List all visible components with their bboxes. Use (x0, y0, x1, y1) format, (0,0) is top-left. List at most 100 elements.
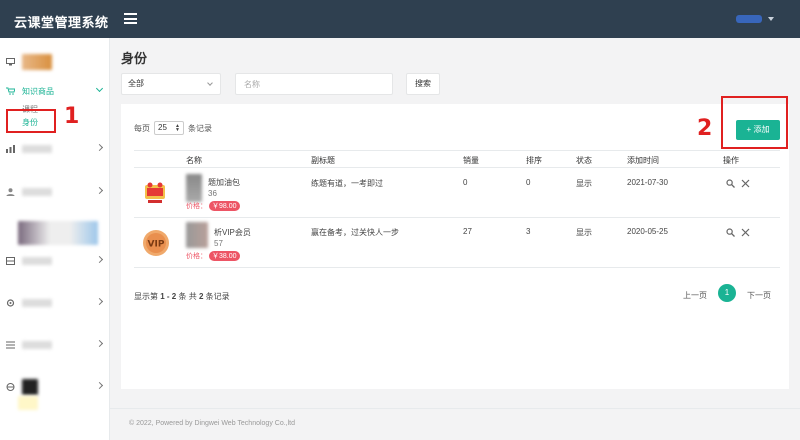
content-panel: 每页 25 ▲ ▼ 条记录 + 添加 名称 副标题 销量 排序 状态 添加时间 操… (121, 104, 789, 389)
per-page-control: 每页 25 ▲ ▼ 条记录 (134, 121, 212, 135)
column-header: 名称 (186, 156, 202, 165)
status-filter-select[interactable]: 全部 (121, 73, 221, 95)
price-line: 价格： ￥38.00 (186, 251, 240, 261)
identity-table: 名称 副标题 销量 排序 状态 添加时间 操作 题加油包 36 价格： ￥98.… (134, 150, 780, 268)
sidebar-item-list[interactable] (6, 338, 106, 352)
status-badge[interactable]: 显示 (576, 178, 592, 189)
pagination-suffix: 条记录 (205, 292, 230, 301)
sidebar-item-label-blurred (22, 257, 52, 265)
chevron-down-icon (95, 84, 104, 93)
subtitle: 练题有道，一考即过 (311, 179, 383, 188)
grid-icon (6, 257, 15, 265)
column-header: 副标题 (311, 156, 335, 165)
sidebar-item-label-blurred (22, 341, 52, 349)
globe-icon (6, 383, 15, 391)
sidebar-blurred-block (18, 221, 98, 245)
sidebar-item-knowledge-goods[interactable]: 知识商品 (6, 84, 106, 98)
product-name: 题加油包 (208, 178, 240, 187)
sales: 27 (463, 227, 472, 236)
product-thumbnail[interactable] (142, 179, 168, 205)
chevron-right-icon (95, 255, 104, 264)
settings-icon (6, 299, 15, 307)
caret-down-icon[interactable] (768, 17, 774, 21)
chevron-right-icon (95, 339, 104, 348)
sidebar-item-label: 知识商品 (22, 86, 54, 96)
sidebar: 知识商品 课程 身份 (0, 38, 110, 440)
pagination-prefix: 显示第 (134, 292, 158, 301)
user-icon (6, 188, 15, 196)
chevron-right-icon (95, 143, 104, 152)
product-name-blurred (186, 174, 202, 202)
search-button[interactable]: 搜索 (406, 73, 440, 95)
list-icon (6, 341, 15, 349)
product-name: 析VIP会员 (214, 228, 251, 237)
sidebar-item-label-blurred (22, 188, 52, 196)
search-icon[interactable] (726, 179, 735, 188)
product-code: 57 (214, 239, 223, 248)
sort-order: 0 (526, 178, 531, 187)
price-label: 价格： (186, 253, 207, 260)
price-line: 价格： ￥98.00 (186, 201, 240, 211)
column-header: 销量 (463, 156, 479, 165)
filter-selected-value: 全部 (128, 79, 144, 88)
chevron-down-icon (207, 80, 213, 86)
app-title: 云课堂管理系统 (14, 15, 109, 30)
per-page-suffix: 条记录 (188, 123, 212, 133)
sidebar-item-content[interactable] (6, 254, 106, 268)
annotation-box-2 (721, 96, 788, 149)
sidebar-item-label-blurred (22, 54, 52, 70)
page-title: 身份 (121, 51, 148, 66)
status-badge[interactable]: 显示 (576, 227, 592, 238)
annotation-number-2: 2 (697, 116, 713, 141)
sidebar-item-label-blurred (22, 299, 52, 307)
product-code: 36 (208, 189, 217, 198)
pagination-info: 显示第 1 - 2 条 共 2 条记录 (134, 291, 230, 302)
chevron-right-icon (95, 186, 104, 195)
next-page-button[interactable]: 下一页 (747, 290, 771, 301)
table-row: VIP 析VIP会员 57 价格： ￥38.00 赢在备考，过关快人一步 27 3… (134, 218, 780, 268)
monitor-icon (6, 58, 15, 66)
per-page-prefix: 每页 (134, 123, 150, 133)
column-header: 状态 (576, 156, 592, 165)
sidebar-item-stats[interactable] (6, 142, 106, 156)
footer: © 2022, Powered by Dingwei Web Technolog… (110, 408, 800, 440)
sidebar-blurred-block (18, 396, 38, 410)
chevron-right-icon (95, 297, 104, 306)
per-page-select[interactable]: 25 ▲ ▼ (154, 121, 184, 135)
annotation-number-1: 1 (64, 104, 80, 129)
column-header: 排序 (526, 156, 542, 165)
annotation-box-1 (6, 109, 56, 133)
product-name-blurred (186, 222, 208, 248)
price-badge: ￥98.00 (209, 201, 240, 211)
sidebar-item-settings[interactable] (6, 296, 106, 310)
added-date: 2020-05-25 (627, 227, 668, 236)
footer-text: © 2022, Powered by Dingwei Web Technolog… (129, 420, 295, 427)
chevron-right-icon (95, 381, 104, 390)
pagination-mid: 条 共 (178, 292, 197, 301)
menu-toggle-icon[interactable] (124, 13, 137, 24)
page-number-button[interactable]: 1 (718, 284, 736, 302)
chart-icon (6, 145, 15, 153)
column-header: 添加时间 (627, 156, 659, 165)
sidebar-item-users[interactable] (6, 185, 106, 199)
close-icon[interactable] (741, 179, 750, 188)
close-icon[interactable] (741, 228, 750, 237)
price-label: 价格： (186, 203, 207, 210)
table-row: 题加油包 36 价格： ￥98.00 练题有道，一考即过 0 0 显示 2021-… (134, 168, 780, 218)
prev-page-button[interactable]: 上一页 (683, 290, 707, 301)
cart-icon (6, 87, 16, 95)
svg-text:VIP: VIP (148, 240, 165, 250)
sidebar-item-more[interactable] (6, 379, 106, 395)
product-thumbnail[interactable]: VIP (142, 228, 170, 258)
sidebar-item-home[interactable] (6, 54, 106, 70)
pagination-range: 1 - 2 (160, 292, 177, 301)
user-avatar[interactable] (736, 15, 762, 23)
column-header: 操作 (723, 156, 739, 165)
sidebar-item-label-blurred (22, 145, 52, 153)
search-icon[interactable] (726, 228, 735, 237)
sales: 0 (463, 178, 468, 187)
sort-order: 3 (526, 227, 531, 236)
name-search-input[interactable] (235, 73, 393, 95)
sidebar-item-label-blurred (22, 379, 38, 395)
subtitle: 赢在备考，过关快人一步 (311, 228, 399, 237)
